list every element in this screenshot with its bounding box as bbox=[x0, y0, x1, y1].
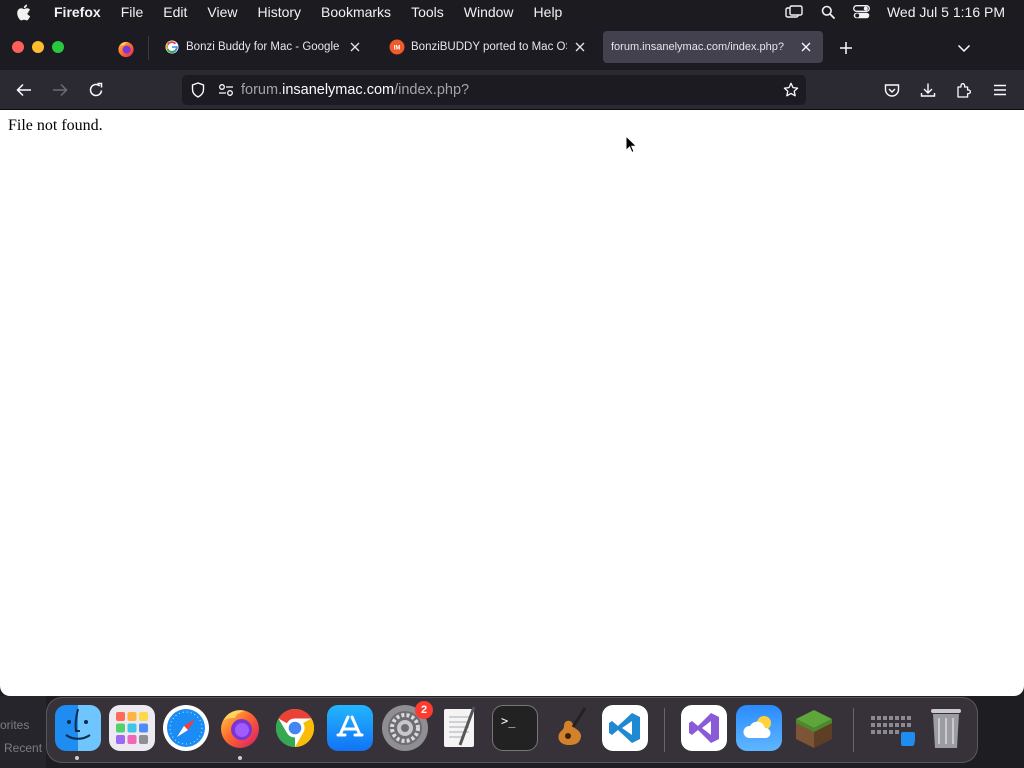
weather-icon[interactable] bbox=[736, 705, 782, 751]
tab-bonzibuddy-article[interactable]: IM BonziBUDDY ported to Mac OS bbox=[377, 31, 597, 63]
menu-app-firefox[interactable]: Firefox bbox=[52, 0, 111, 24]
minimize-window-button[interactable] bbox=[32, 41, 44, 53]
page-content: File not found. bbox=[0, 110, 1024, 696]
running-indicator bbox=[75, 756, 79, 760]
finder-icon[interactable] bbox=[55, 705, 101, 751]
downloads-stack-icon[interactable] bbox=[869, 705, 915, 751]
url-host: insanelymac.com bbox=[282, 82, 395, 98]
google-icon bbox=[164, 39, 180, 55]
status-area: Wed Jul 5 1:16 PM bbox=[777, 0, 1024, 24]
chrome-icon[interactable] bbox=[272, 705, 318, 751]
mouse-cursor-icon bbox=[625, 134, 638, 159]
tab-title: BonziBUDDY ported to Mac OS bbox=[411, 41, 567, 53]
finder-sidebar-favorites: orites bbox=[0, 718, 30, 732]
textedit-icon[interactable] bbox=[437, 705, 483, 751]
close-tab-icon[interactable] bbox=[346, 38, 364, 56]
navigation-toolbar: forum.insanelymac.com/index.php? bbox=[0, 70, 1024, 110]
finder-sidebar-recents: Recent bbox=[4, 741, 43, 755]
menu-tools[interactable]: Tools bbox=[401, 0, 454, 24]
svg-text:>_: >_ bbox=[501, 714, 516, 728]
window-controls bbox=[12, 41, 64, 53]
downloads-icon[interactable] bbox=[916, 78, 940, 102]
error-message: File not found. bbox=[8, 117, 103, 134]
screen-mirroring-icon[interactable] bbox=[777, 5, 811, 19]
notification-badge: 2 bbox=[415, 701, 433, 719]
close-tab-icon[interactable] bbox=[797, 38, 815, 56]
reload-icon[interactable] bbox=[84, 78, 108, 102]
app-store-icon[interactable] bbox=[327, 705, 373, 751]
url-text[interactable]: forum.insanelymac.com/index.php? bbox=[241, 82, 469, 98]
tab-title: forum.insanelymac.com/index.php? bbox=[611, 41, 785, 53]
bookmark-star-icon[interactable] bbox=[780, 79, 802, 101]
tab-google-search[interactable]: Bonzi Buddy for Mac - Google S bbox=[152, 31, 372, 63]
url-path: /index.php? bbox=[394, 82, 470, 98]
tab-insanelymac-forum[interactable]: forum.insanelymac.com/index.php? bbox=[603, 31, 823, 63]
dock-separator bbox=[664, 708, 665, 752]
new-tab-icon[interactable] bbox=[834, 36, 858, 60]
close-window-button[interactable] bbox=[12, 41, 24, 53]
visual-studio-icon[interactable] bbox=[681, 705, 727, 751]
tab-title: Bonzi Buddy for Mac - Google S bbox=[186, 41, 342, 53]
site-info-icon[interactable] bbox=[215, 79, 237, 101]
dock-separator bbox=[853, 708, 854, 752]
firefox-dock-icon[interactable] bbox=[217, 705, 263, 751]
svg-text:IM: IM bbox=[394, 46, 401, 52]
menubar-clock[interactable]: Wed Jul 5 1:16 PM bbox=[879, 4, 1024, 20]
spotlight-search-icon[interactable] bbox=[811, 5, 845, 19]
forward-icon[interactable] bbox=[48, 78, 72, 102]
menu-help[interactable]: Help bbox=[524, 0, 573, 24]
finder-window-sidebar-peek: orites Recent bbox=[0, 696, 46, 768]
app-menu-icon[interactable] bbox=[988, 78, 1012, 102]
extensions-icon[interactable] bbox=[952, 78, 976, 102]
launchpad-icon[interactable] bbox=[109, 705, 155, 751]
tab-separator bbox=[148, 36, 149, 60]
insanelymac-icon: IM bbox=[389, 39, 405, 55]
terminal-icon[interactable]: >_ bbox=[492, 705, 538, 751]
back-icon[interactable] bbox=[12, 78, 36, 102]
running-indicator bbox=[238, 756, 242, 760]
url-bar[interactable]: forum.insanelymac.com/index.php? bbox=[182, 75, 806, 105]
list-all-tabs-icon[interactable] bbox=[952, 36, 976, 60]
menu-bar: Firefox File Edit View History Bookmarks… bbox=[0, 0, 1024, 24]
menu-bookmarks[interactable]: Bookmarks bbox=[311, 0, 401, 24]
minecraft-icon[interactable] bbox=[791, 705, 837, 751]
garageband-icon[interactable] bbox=[547, 705, 593, 751]
dock: 2 >_ bbox=[46, 697, 978, 763]
zoom-window-button[interactable] bbox=[52, 41, 64, 53]
firefox-window: Bonzi Buddy for Mac - Google S IM BonziB… bbox=[0, 24, 1024, 696]
close-tab-icon[interactable] bbox=[571, 38, 589, 56]
control-center-icon[interactable] bbox=[845, 5, 879, 19]
menu-view[interactable]: View bbox=[197, 0, 247, 24]
firefox-view-icon[interactable] bbox=[114, 38, 138, 60]
menu-file[interactable]: File bbox=[111, 0, 154, 24]
tracking-protection-shield-icon[interactable] bbox=[187, 79, 209, 101]
trash-icon[interactable] bbox=[923, 705, 969, 751]
menu-edit[interactable]: Edit bbox=[153, 0, 197, 24]
pocket-icon[interactable] bbox=[880, 78, 904, 102]
menu-window[interactable]: Window bbox=[454, 0, 524, 24]
apple-menu-icon[interactable] bbox=[16, 4, 40, 21]
vscode-icon[interactable] bbox=[602, 705, 648, 751]
safari-icon[interactable] bbox=[163, 705, 209, 751]
url-prefix: forum. bbox=[241, 82, 283, 98]
menu-history[interactable]: History bbox=[247, 0, 311, 24]
tab-strip: Bonzi Buddy for Mac - Google S IM BonziB… bbox=[0, 24, 1024, 70]
